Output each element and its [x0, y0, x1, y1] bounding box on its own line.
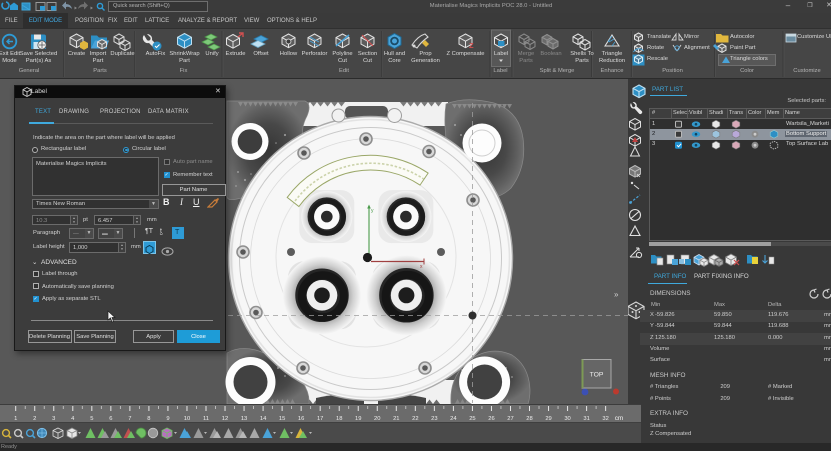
svg-text:TOP: TOP	[590, 372, 604, 379]
svg-text:Z: Z	[469, 41, 474, 50]
svg-text:cm: cm	[615, 415, 624, 422]
svg-text:»: »	[614, 290, 619, 299]
